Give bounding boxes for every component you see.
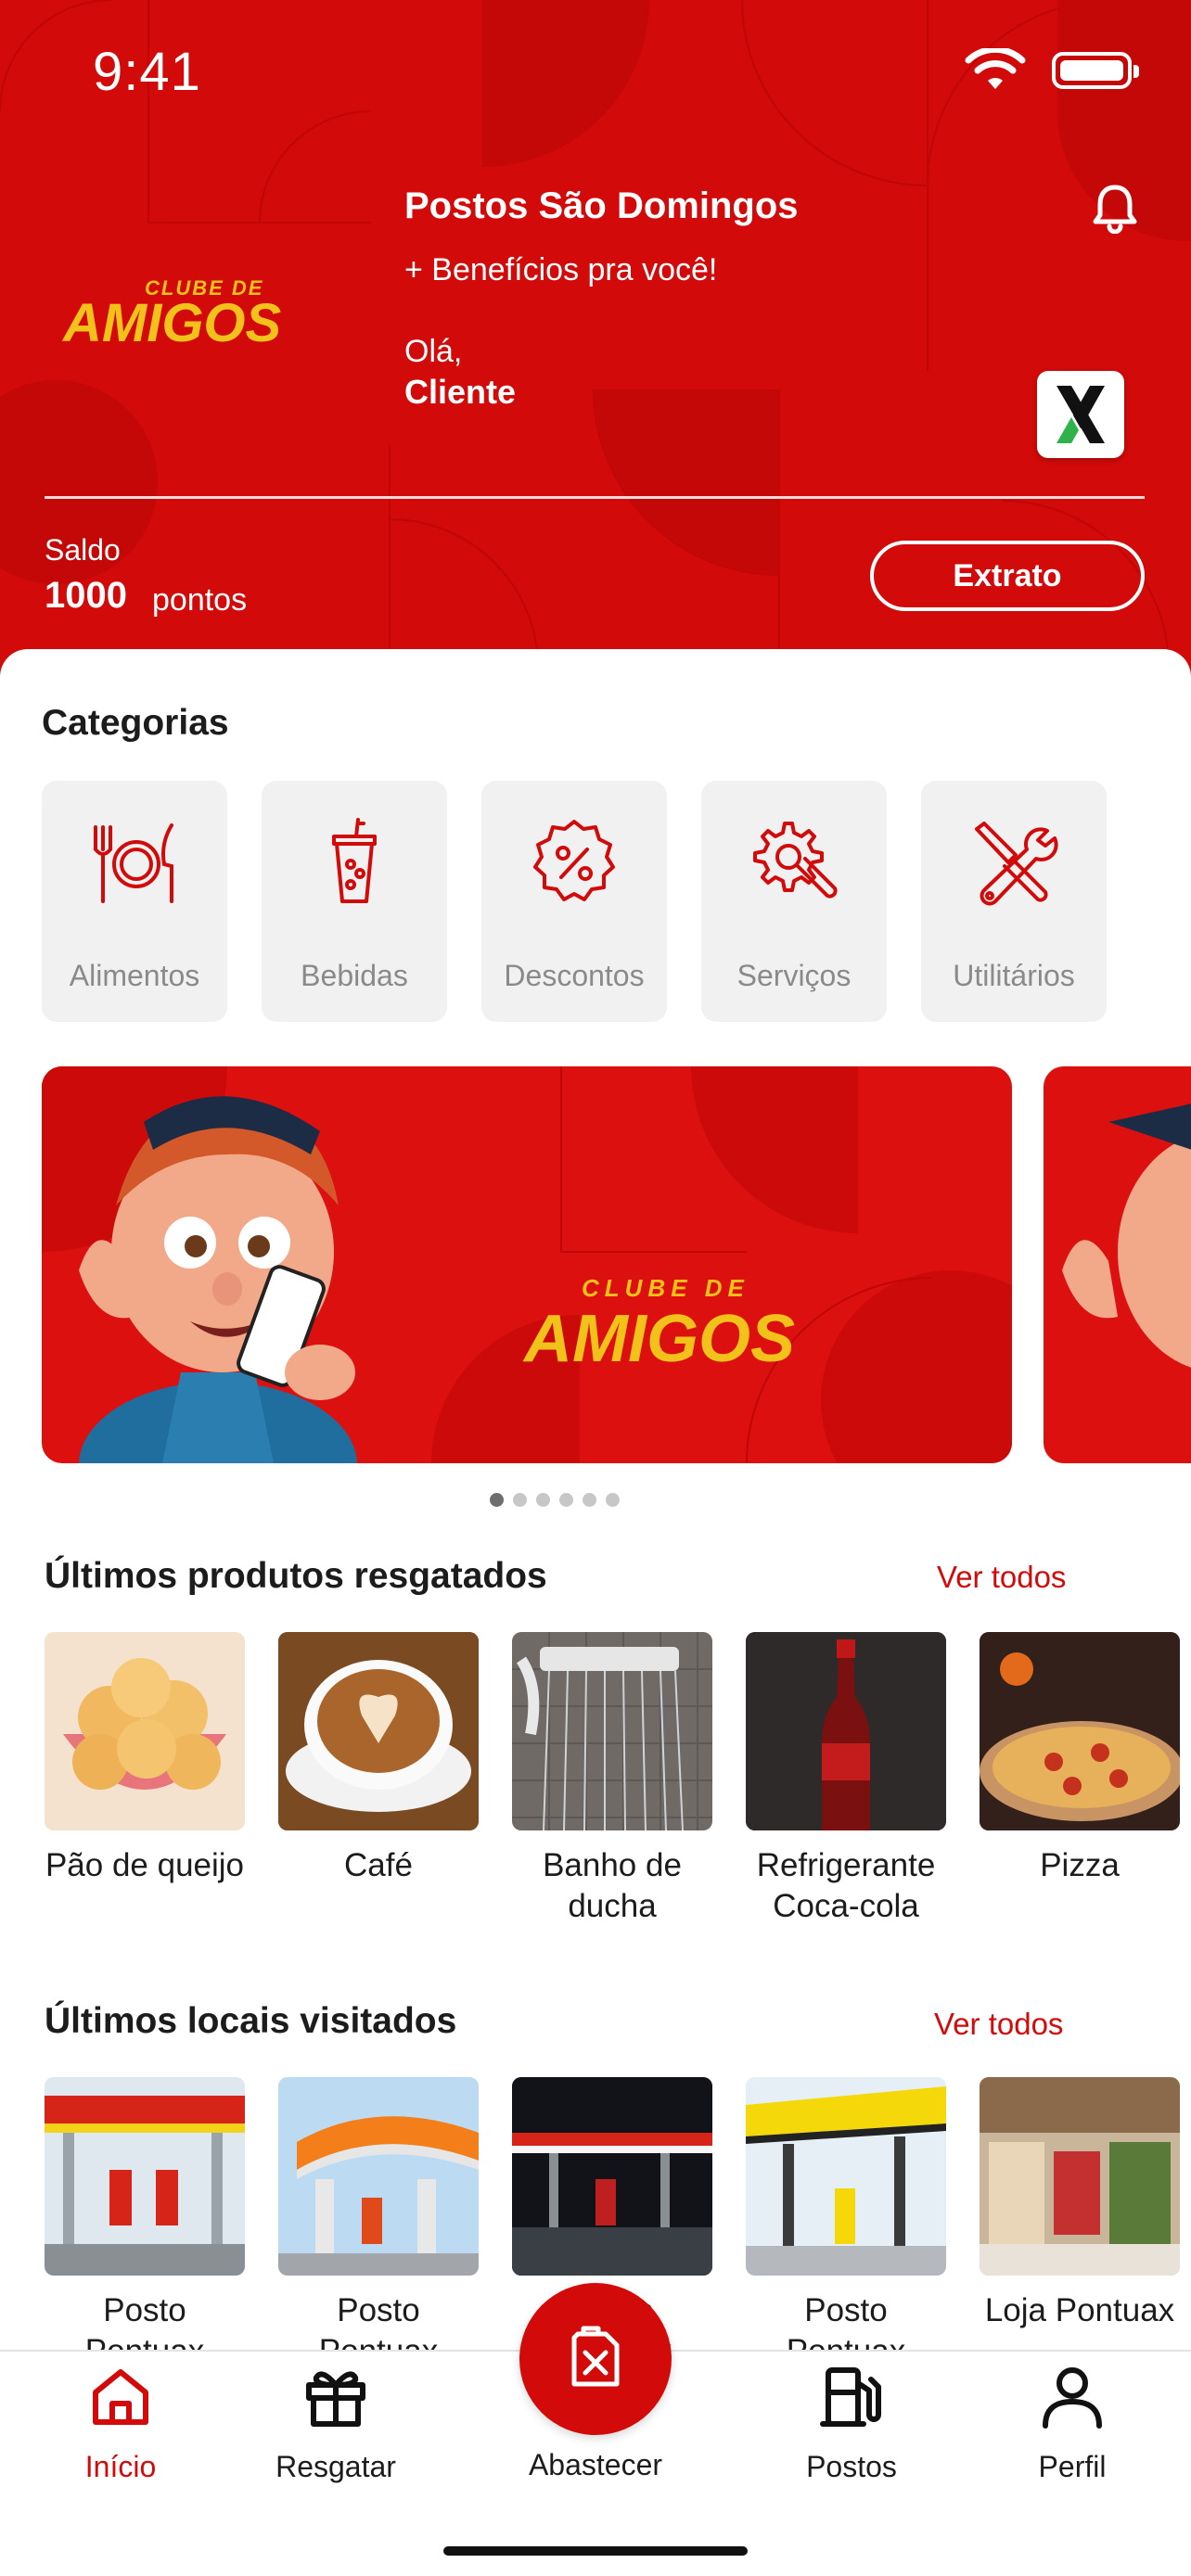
club-logo: CLUBE DE AMIGOS — [61, 276, 282, 353]
visited-title: Últimos locais visitados — [45, 2001, 457, 2041]
visited-place[interactable]: Loja Pontuax — [980, 2077, 1180, 2331]
station-image — [278, 2077, 479, 2276]
carousel-dot[interactable] — [536, 1493, 550, 1507]
balance-unit: pontos — [152, 582, 248, 618]
user-name: Cliente — [404, 373, 517, 411]
categories-title: Categorias — [42, 703, 229, 743]
station-image — [746, 2077, 946, 2276]
category-utilities[interactable]: Utilitários — [921, 781, 1107, 1022]
banner-art-next — [1062, 1103, 1191, 1368]
category-label: Descontos — [504, 959, 645, 992]
visited-place-label: Loja Pontuax — [984, 2292, 1175, 2328]
logo-text-bottom: AMIGOS — [61, 293, 282, 353]
visited-place[interactable]: Posto Pontuax — [45, 2077, 245, 2372]
drink-cup-icon — [332, 818, 377, 903]
tab-label: Resgatar — [275, 2450, 396, 2483]
redeemed-item[interactable]: Pão de queijo — [45, 1632, 245, 1886]
bell-icon[interactable] — [1091, 182, 1139, 234]
partner-badge[interactable] — [1037, 371, 1124, 458]
carousel-dot[interactable] — [606, 1493, 620, 1507]
statement-button[interactable]: Extrato — [870, 541, 1145, 611]
visited-see-all-link[interactable]: Ver todos — [934, 2007, 1063, 2042]
category-label: Bebidas — [301, 959, 408, 992]
fuel-can-icon — [571, 2326, 620, 2387]
tab-label: Abastecer — [528, 2448, 663, 2481]
carousel-dots — [490, 1493, 620, 1507]
tab-home[interactable]: Início — [28, 2365, 213, 2484]
station-image — [45, 2077, 245, 2276]
category-label: Alimentos — [69, 959, 200, 992]
user-icon — [1043, 2367, 1102, 2429]
battery-icon — [1052, 52, 1139, 89]
tab-label: Início — [84, 2450, 157, 2483]
category-discounts[interactable]: Descontos — [481, 781, 667, 1022]
promo-banner-next[interactable] — [1044, 1066, 1191, 1463]
pizza-image — [980, 1632, 1180, 1830]
balance-value: 1000 — [45, 575, 127, 616]
gas-pump-icon — [820, 2367, 881, 2427]
plate-cutlery-icon — [94, 823, 173, 903]
balance-label: Saldo — [45, 533, 121, 567]
category-drinks[interactable]: Bebidas — [262, 781, 447, 1022]
header-divider — [45, 496, 1145, 499]
tab-label: Postos — [806, 2450, 897, 2483]
status-time: 9:41 — [93, 42, 201, 102]
cheese-bread-image — [45, 1632, 245, 1830]
category-services[interactable]: Serviços — [701, 781, 887, 1022]
redeemed-item[interactable]: Pizza — [980, 1632, 1180, 1886]
tab-stations[interactable]: Postos — [759, 2365, 944, 2484]
banner-logo-top: CLUBE DE — [582, 1274, 749, 1302]
carousel-dot[interactable] — [583, 1493, 596, 1507]
home-indicator — [443, 2546, 748, 2556]
redeemed-item-label: Pão de queijo — [45, 1847, 245, 1883]
redeemed-item[interactable]: Banho de ducha — [512, 1632, 712, 1927]
redeemed-item-label: Banho de ducha — [543, 1847, 682, 1924]
banner-art: CLUBE DE AMIGOS — [42, 1066, 1012, 1463]
shower-image — [512, 1632, 712, 1830]
redeemed-item[interactable]: Café — [278, 1632, 479, 1886]
tab-label: Perfil — [1038, 2450, 1107, 2483]
wifi-icon — [965, 48, 1026, 89]
visited-place[interactable]: Posto Pontuax — [746, 2077, 946, 2372]
promo-banner[interactable]: CLUBE DE AMIGOS — [42, 1066, 1012, 1463]
redeemed-item-label: Refrigerante Coca-cola — [756, 1847, 936, 1924]
tools-icon — [975, 822, 1058, 906]
brand-title: Postos São Domingos — [404, 185, 799, 226]
x-logo-icon — [1057, 386, 1105, 443]
redeemed-item-label: Café — [344, 1847, 413, 1883]
refuel-fab[interactable] — [519, 2283, 672, 2435]
gear-wrench-icon — [753, 822, 838, 899]
category-food[interactable]: Alimentos — [42, 781, 227, 1022]
header: 9:41 CLUBE DE AMIGOS Postos São Domingos… — [0, 0, 1191, 705]
redeemed-see-all-link[interactable]: Ver todos — [937, 1560, 1066, 1595]
home-icon — [93, 2369, 148, 2425]
redeemed-title: Últimos produtos resgatados — [45, 1556, 547, 1596]
carousel-dot[interactable] — [513, 1493, 527, 1507]
category-label: Serviços — [736, 959, 852, 992]
gift-icon — [306, 2371, 365, 2427]
tab-profile[interactable]: Perfil — [980, 2365, 1165, 2484]
greeting-text: Olá, — [404, 334, 463, 369]
store-image — [980, 2077, 1180, 2276]
tab-redeem[interactable]: Resgatar — [243, 2365, 429, 2484]
banner-logo-bottom: AMIGOS — [522, 1302, 795, 1376]
carousel-dot[interactable] — [490, 1493, 504, 1507]
category-label: Utilitários — [953, 959, 1075, 992]
redeemed-item-label: Pizza — [1040, 1847, 1120, 1883]
redeemed-item[interactable]: Refrigerante Coca-cola — [746, 1632, 946, 1927]
coffee-image — [278, 1632, 479, 1830]
carousel-dot[interactable] — [559, 1493, 573, 1507]
discount-badge-icon — [533, 820, 615, 901]
brand-subtitle: + Benefícios pra você! — [404, 252, 718, 287]
station-image — [512, 2077, 712, 2276]
visited-place[interactable]: Posto Pontuax — [278, 2077, 479, 2372]
coca-cola-image — [746, 1632, 946, 1830]
